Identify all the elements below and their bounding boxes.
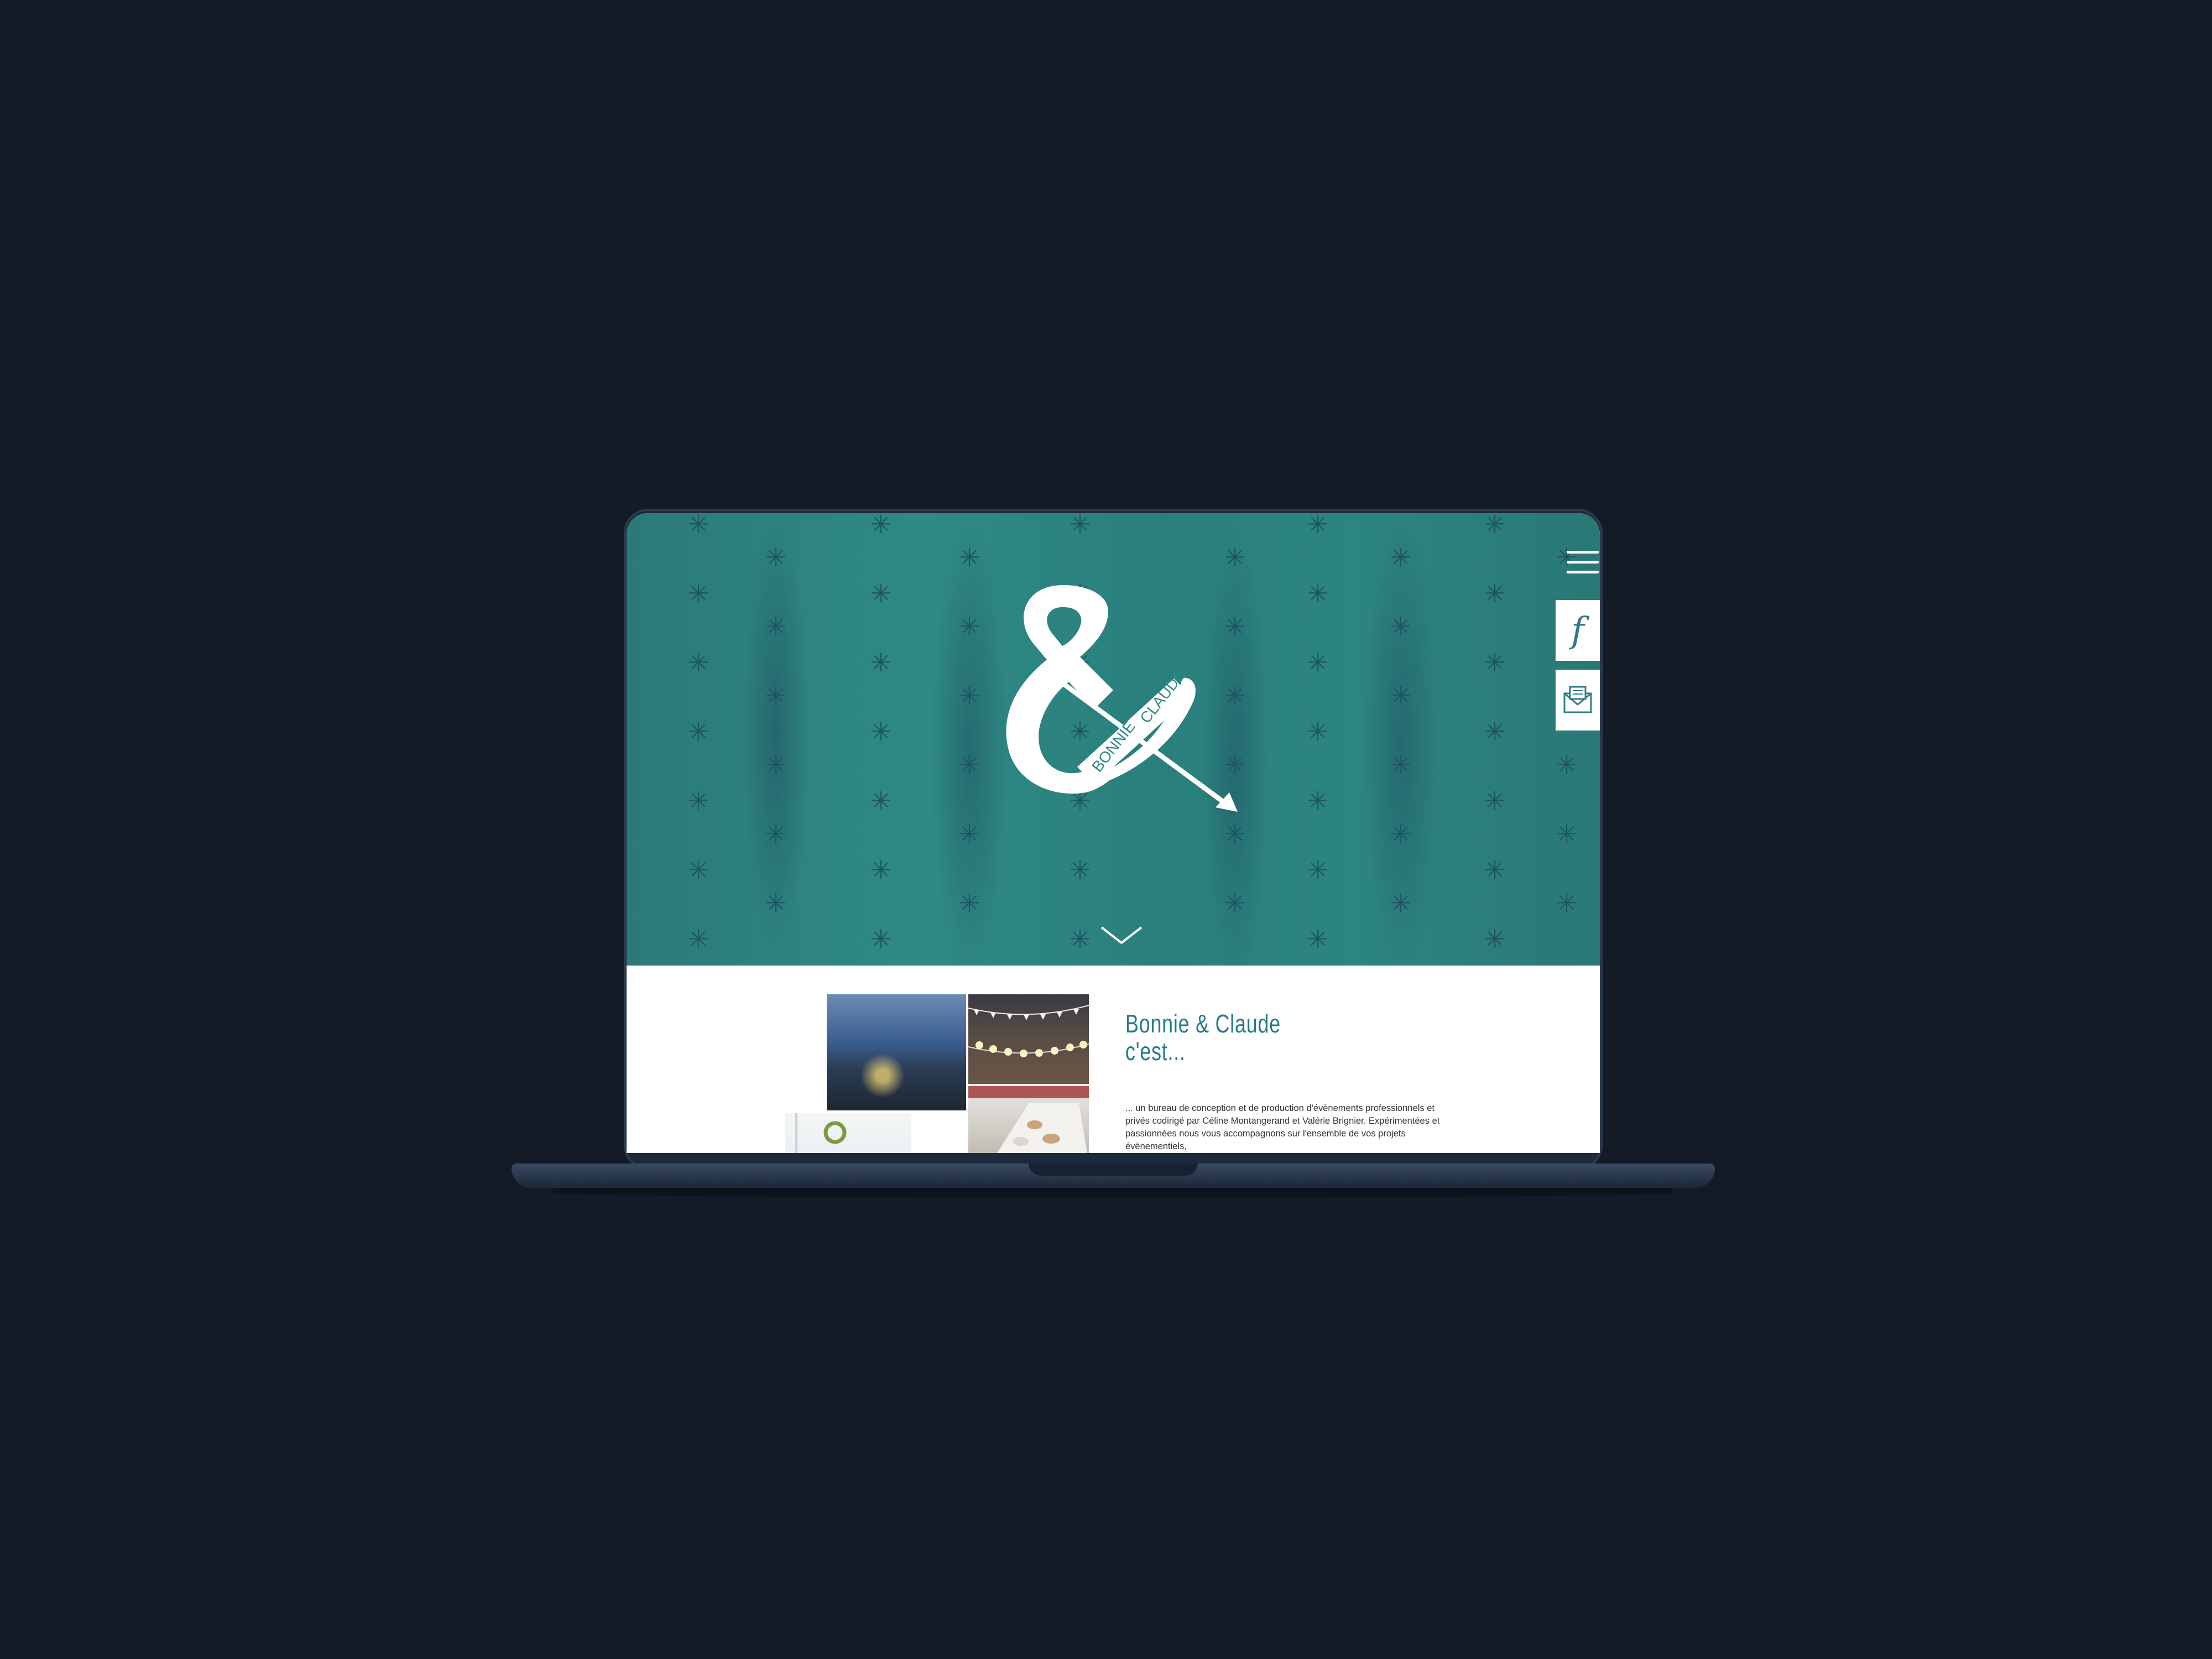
cactus-spine: ✳ (870, 717, 892, 747)
mail-icon (1563, 686, 1592, 713)
cactus-spine: ✳ (1390, 750, 1412, 780)
cactus-spine: ✳ (687, 786, 709, 816)
cactus-spine: ✳ (870, 855, 892, 885)
cactus-spine: ✳ (870, 648, 892, 677)
cactus-spine: ✳ (958, 681, 980, 711)
cactus-spine: ✳ (765, 819, 787, 849)
cactus-spine: ✳ (1556, 819, 1578, 849)
cactus-spine: ✳ (870, 578, 892, 608)
cactus-spine: ✳ (765, 612, 787, 641)
cactus-spine: ✳ (687, 924, 709, 954)
hamburger-menu-icon[interactable] (1567, 551, 1599, 583)
cactus-spine: ✳ (1390, 542, 1412, 572)
cactus-spine: ✳ (1307, 648, 1329, 677)
about-body-text: ... un bureau de conception et de produc… (1125, 1103, 1440, 1151)
about-title: Bonnie & Claude c'est... (1125, 1010, 1341, 1065)
cactus-spine: ✳ (1390, 681, 1412, 711)
cactus-spine: ✳ (687, 855, 709, 885)
cactus-spine: ✳ (1484, 513, 1506, 539)
cactus-spine: ✳ (958, 750, 980, 780)
scroll-down-chevron-icon[interactable] (1099, 924, 1144, 946)
cactus-spine: ✳ (1484, 648, 1506, 677)
cactus-spine: ✳ (1224, 819, 1246, 849)
cactus-spine: ✳ (958, 612, 980, 641)
laptop-shadow (553, 1188, 1673, 1198)
mail-button[interactable] (1556, 670, 1600, 731)
cactus-spine: ✳ (1390, 819, 1412, 849)
cactus-spine: ✳ (958, 542, 980, 572)
cactus-spine: ✳ (765, 681, 787, 711)
cactus-spine: ✳ (687, 513, 709, 539)
cactus-spine: ✳ (1307, 578, 1329, 608)
photo-wreath-decoration (785, 1113, 911, 1153)
laptop-notch (1029, 1164, 1198, 1176)
cactus-spine: ✳ (1307, 717, 1329, 747)
cactus-spine: ✳ (687, 717, 709, 747)
cactus-spine: ✳ (1390, 888, 1412, 918)
bonnie-claude-logo: BONNIE CLAUDE (1006, 585, 1238, 812)
cactus-spine: ✳ (958, 888, 980, 918)
hero-section: ✳ ✳ ✳ ✳ ✳ ✳ ✳ ✳ ✳ ✳ ✳ ✳ ✳ ✳ ✳ ✳ ✳ ✳ ✳ ✳ ✳ ✳ ✳ ✳ ✳ ✳ ✳ ✳ ✳ ✳ ✳ ✳ ✳ ✳ ✳ ✳ ✳ ✳ ✳ ✳… (627, 513, 1600, 966)
cactus-spine: ✳ (1224, 542, 1246, 572)
photo-evening-garden-event (827, 994, 966, 1110)
website-screen: ✳ ✳ ✳ ✳ ✳ ✳ ✳ ✳ ✳ ✳ ✳ ✳ ✳ ✳ ✳ ✳ ✳ ✳ ✳ ✳ ✳ ✳ ✳ ✳ ✳ ✳ ✳ ✳ ✳ ✳ ✳ ✳ ✳ ✳ ✳ ✳ ✳ ✳ ✳ ✳… (627, 513, 1600, 1153)
cactus-spine: ✳ (870, 924, 892, 954)
cactus-spine: ✳ (765, 542, 787, 572)
cactus-spine: ✳ (1307, 924, 1329, 954)
cactus-spine: ✳ (1069, 855, 1091, 885)
cactus-spine: ✳ (765, 888, 787, 918)
cactus-spine: ✳ (958, 819, 980, 849)
cactus-spine: ✳ (1484, 786, 1506, 816)
photo-banquet-table (968, 1086, 1089, 1153)
facebook-button[interactable]: f (1556, 600, 1600, 661)
cactus-spine: ✳ (687, 578, 709, 608)
about-title-line2: c'est... (1125, 1037, 1186, 1066)
cactus-spine: ✳ (765, 750, 787, 780)
cactus-spine: ✳ (1224, 888, 1246, 918)
cactus-spine: ✳ (1484, 924, 1506, 954)
cactus-spine: ✳ (1069, 924, 1091, 954)
about-section: Bonnie & Claude c'est... ... un bureau d… (627, 966, 1600, 1153)
cactus-spine: ✳ (1069, 513, 1091, 539)
facebook-icon: f (1571, 610, 1584, 651)
about-title-line1: Bonnie & Claude (1125, 1009, 1281, 1038)
photo-string-lights (968, 994, 1089, 1084)
cactus-spine: ✳ (1307, 513, 1329, 539)
cactus-spine: ✳ (687, 648, 709, 677)
cactus-spine: ✳ (1484, 717, 1506, 747)
cactus-spine: ✳ (1390, 612, 1412, 641)
cactus-spine: ✳ (1556, 750, 1578, 780)
cactus-spine: ✳ (1307, 855, 1329, 885)
cactus-spine: ✳ (1307, 786, 1329, 816)
cactus-spine: ✳ (1484, 855, 1506, 885)
cactus-spine: ✳ (1484, 578, 1506, 608)
cactus-spine: ✳ (1556, 888, 1578, 918)
cactus-spine: ✳ (870, 513, 892, 539)
cactus-spine: ✳ (870, 786, 892, 816)
